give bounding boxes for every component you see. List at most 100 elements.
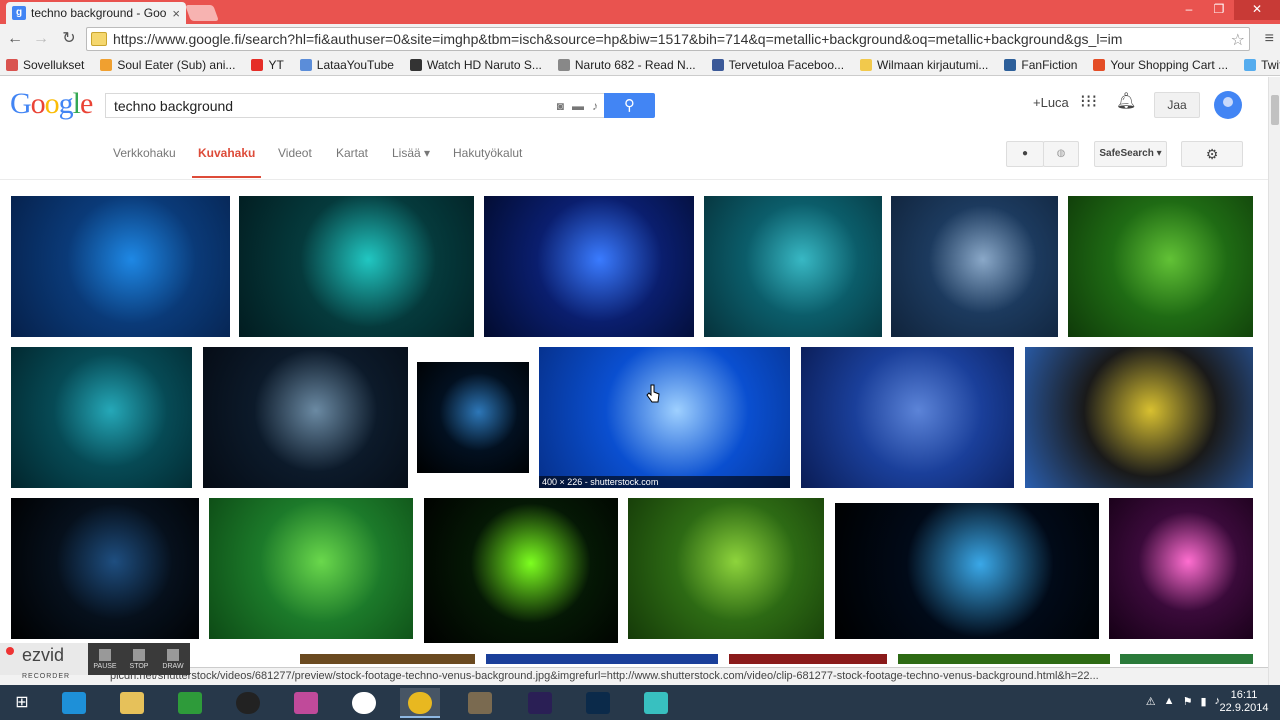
share-button[interactable]: Jaa xyxy=(1154,92,1200,118)
new-tab-button[interactable] xyxy=(185,5,219,21)
miku-app-icon[interactable] xyxy=(636,688,676,718)
bookmark-label: Soul Eater (Sub) ani... xyxy=(117,57,236,72)
tab-search-tools[interactable]: Hakutyökalut xyxy=(453,146,522,160)
image-result-blue-maze-squares[interactable] xyxy=(417,362,529,473)
bookmark-item[interactable]: Twitter xyxy=(1244,58,1280,72)
google-logo[interactable]: Google xyxy=(10,87,93,121)
clock-time: 16:11 xyxy=(1230,689,1258,701)
image-result-dark-circuit-lines[interactable] xyxy=(203,347,408,488)
bookmark-item[interactable]: FanFiction xyxy=(1004,58,1077,72)
bookmark-item[interactable]: Soul Eater (Sub) ani... xyxy=(100,58,235,72)
camera-app-icon[interactable] xyxy=(228,688,268,718)
hp-icon[interactable] xyxy=(344,688,384,718)
bookmark-label: Tervetuloa Faceboo... xyxy=(728,57,845,72)
windows-taskbar: ⊞ ⚠ ▲ ⚑ ▮ ♪ 16:11 22.9.2014 xyxy=(0,685,1280,720)
image-result-blue-hex-mesh[interactable] xyxy=(801,347,1014,488)
warning-icon[interactable]: ⚠ xyxy=(1146,695,1156,708)
image-result-dark-blue-maze[interactable] xyxy=(11,498,199,639)
pause-button[interactable]: PAUSE xyxy=(88,643,122,675)
draw-button[interactable]: DRAW xyxy=(156,643,190,675)
image-result-blue-light-burst[interactable] xyxy=(835,503,1099,639)
photoshop-icon[interactable] xyxy=(578,688,618,718)
tab-web[interactable]: Verkkohaku xyxy=(113,146,176,160)
plus-user-link[interactable]: +Luca xyxy=(1033,95,1069,110)
image-result-blue-speed-rings[interactable] xyxy=(484,196,694,337)
internet-explorer-icon[interactable] xyxy=(54,688,94,718)
image-result-partial[interactable] xyxy=(898,654,1110,664)
close-window-button[interactable]: ✕ xyxy=(1234,0,1280,20)
scrollbar-thumb[interactable] xyxy=(1271,95,1279,125)
bookmark-star-icon[interactable]: ☆ xyxy=(1231,30,1245,50)
bookmark-favicon-icon xyxy=(100,58,113,71)
back-arrow-icon[interactable]: ← xyxy=(4,28,26,50)
image-result-partial[interactable] xyxy=(486,654,718,664)
store-icon[interactable] xyxy=(170,688,210,718)
image-result-green-motherboard[interactable] xyxy=(209,498,413,639)
image-result-rainbow-dots-diagonal[interactable] xyxy=(1025,347,1253,488)
image-result-teal-gear-circuit[interactable] xyxy=(239,196,474,337)
bookmark-item[interactable]: Sovellukset xyxy=(6,58,84,72)
maximize-button[interactable]: ❐ xyxy=(1204,0,1234,20)
taskbar-clock[interactable]: 16:11 22.9.2014 xyxy=(1216,689,1272,715)
keyboard-icon[interactable]: ▬ xyxy=(572,99,584,113)
bookmark-item[interactable]: Your Shopping Cart ... xyxy=(1093,58,1228,72)
bookmark-item[interactable]: Naruto 682 - Read N... xyxy=(557,58,696,72)
image-result-green-light-bars[interactable] xyxy=(424,498,618,643)
chrome-taskbar-icon[interactable] xyxy=(400,688,440,718)
globe-results-icon[interactable]: ◍ xyxy=(1043,141,1079,167)
bookmark-item[interactable]: Wilmaan kirjautumi... xyxy=(860,58,988,72)
image-result-teal-circle-grid[interactable] xyxy=(704,196,882,337)
avatar[interactable] xyxy=(1214,91,1242,119)
safesearch-dropdown[interactable]: SafeSearch ▾ xyxy=(1094,141,1167,167)
microphone-icon[interactable]: ♪ xyxy=(592,99,598,113)
image-result-blue-tunnel-rings[interactable]: 400 × 226 - shutterstock.com xyxy=(539,347,790,488)
bookmark-item[interactable]: LataaYouTube xyxy=(299,58,394,72)
tab-videos[interactable]: Videot xyxy=(278,146,312,160)
search-tabs: Verkkohaku Kuvahaku Videot Kartat Lisää … xyxy=(0,132,1268,180)
tab-close-icon[interactable]: × xyxy=(172,6,180,21)
flag-icon[interactable]: ⚑ xyxy=(1183,695,1193,708)
page-scrollbar[interactable] xyxy=(1268,77,1280,685)
bookmark-item[interactable]: Watch HD Naruto S... xyxy=(409,58,542,72)
stop-button[interactable]: STOP xyxy=(122,643,156,675)
tab-maps[interactable]: Kartat xyxy=(336,146,368,160)
bookmark-label: Twitter xyxy=(1261,57,1280,72)
network-icon[interactable]: ▮ xyxy=(1200,695,1206,708)
search-input[interactable]: techno background ◙ ▬ ♪ xyxy=(105,93,605,118)
image-result-green-circuit-traces[interactable] xyxy=(628,498,824,639)
https-lock-icon xyxy=(91,32,107,46)
bookmark-item[interactable]: Tervetuloa Faceboo... xyxy=(711,57,845,72)
image-result-teal-binary-grid[interactable] xyxy=(11,347,192,488)
start-windows-icon[interactable]: ⊞ xyxy=(2,688,42,718)
apps-grid-icon[interactable]: ⁝⁝⁝ xyxy=(1080,91,1097,112)
image-result-green-circuit-board[interactable] xyxy=(1068,196,1253,337)
notifications-bell-icon[interactable]: 🔔︎ xyxy=(1116,91,1136,111)
image-result-pink-explosion[interactable] xyxy=(1109,498,1253,639)
address-bar[interactable]: https://www.google.fi/search?hl=fi&authu… xyxy=(86,27,1250,51)
reload-icon[interactable]: ↻ xyxy=(58,28,80,50)
bookmark-label: Wilmaan kirjautumi... xyxy=(877,57,989,72)
tab-more[interactable]: Lisää ▾ xyxy=(392,146,430,160)
browser-tab[interactable]: g techno background - Goo × xyxy=(6,2,186,24)
image-result-partial[interactable] xyxy=(300,654,475,664)
after-effects-icon[interactable] xyxy=(520,688,560,718)
bookmark-favicon-icon xyxy=(299,58,312,71)
forward-arrow-icon[interactable]: → xyxy=(30,28,52,50)
settings-gear-icon[interactable]: ⚙ xyxy=(1181,141,1243,167)
image-result-brushed-metal-blue[interactable] xyxy=(891,196,1058,337)
camera-icon[interactable]: ◙ xyxy=(557,99,564,113)
photos-app-icon[interactable] xyxy=(286,688,326,718)
gimp-icon[interactable] xyxy=(460,688,500,718)
search-button[interactable]: ⚲ xyxy=(604,93,655,118)
bookmark-item[interactable]: YT xyxy=(251,58,284,72)
tray-expand-icon[interactable]: ▲ xyxy=(1164,695,1175,708)
image-result-partial[interactable] xyxy=(1120,654,1253,664)
file-explorer-icon[interactable] xyxy=(112,688,152,718)
personal-results-button[interactable]: ● xyxy=(1006,141,1044,167)
tab-images[interactable]: Kuvahaku xyxy=(191,146,262,178)
image-result-blue-tech-circles[interactable] xyxy=(11,196,230,337)
image-result-partial[interactable] xyxy=(729,654,887,664)
chrome-menu-icon[interactable]: ≡ xyxy=(1265,30,1274,48)
browser-toolbar: ← → ↻ https://www.google.fi/search?hl=fi… xyxy=(0,24,1280,54)
minimize-button[interactable]: – xyxy=(1174,0,1204,20)
